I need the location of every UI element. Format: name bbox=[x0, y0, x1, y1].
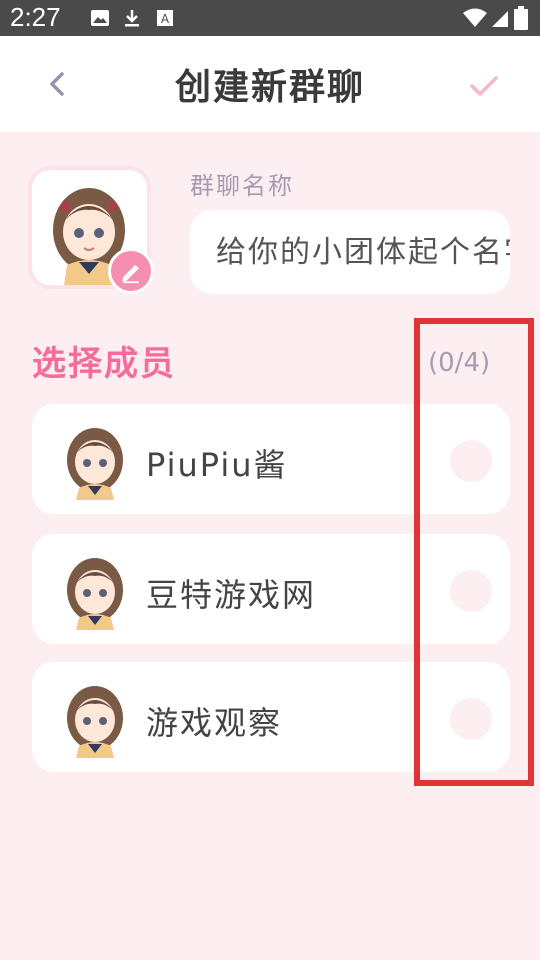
status-bar: 2:27 A bbox=[0, 0, 540, 36]
app-header: 创建新群聊 bbox=[0, 36, 540, 132]
member-row[interactable]: PiuPiu酱 bbox=[32, 404, 510, 514]
confirm-button[interactable] bbox=[466, 68, 502, 104]
member-count: (0/4) bbox=[428, 348, 491, 378]
select-checkbox[interactable] bbox=[450, 440, 492, 482]
member-name: PiuPiu酱 bbox=[146, 446, 288, 484]
pencil-icon bbox=[122, 264, 139, 284]
group-name-input[interactable] bbox=[190, 210, 510, 294]
select-checkbox[interactable] bbox=[450, 698, 492, 740]
status-time: 2:27 bbox=[10, 2, 61, 32]
download-icon bbox=[125, 10, 139, 27]
select-members-title: 选择成员 bbox=[32, 344, 176, 384]
edit-avatar-button[interactable] bbox=[108, 248, 154, 294]
page-title: 创建新群聊 bbox=[174, 67, 365, 108]
member-avatar bbox=[67, 558, 123, 630]
select-checkbox[interactable] bbox=[450, 570, 492, 612]
member-row[interactable]: 游戏观察 bbox=[32, 662, 510, 772]
wifi-icon bbox=[463, 8, 487, 27]
member-name: 游戏观察 bbox=[146, 704, 283, 742]
group-name-label: 群聊名称 bbox=[190, 172, 294, 200]
member-name: 豆特游戏网 bbox=[146, 576, 317, 614]
battery-icon bbox=[514, 6, 528, 30]
image-icon bbox=[91, 10, 109, 26]
svg-text:A: A bbox=[161, 12, 170, 26]
member-avatar bbox=[67, 686, 123, 758]
member-avatar bbox=[67, 428, 123, 500]
signal-icon bbox=[492, 11, 508, 27]
member-row[interactable]: 豆特游戏网 bbox=[32, 534, 510, 644]
a-badge-icon: A bbox=[157, 10, 173, 26]
